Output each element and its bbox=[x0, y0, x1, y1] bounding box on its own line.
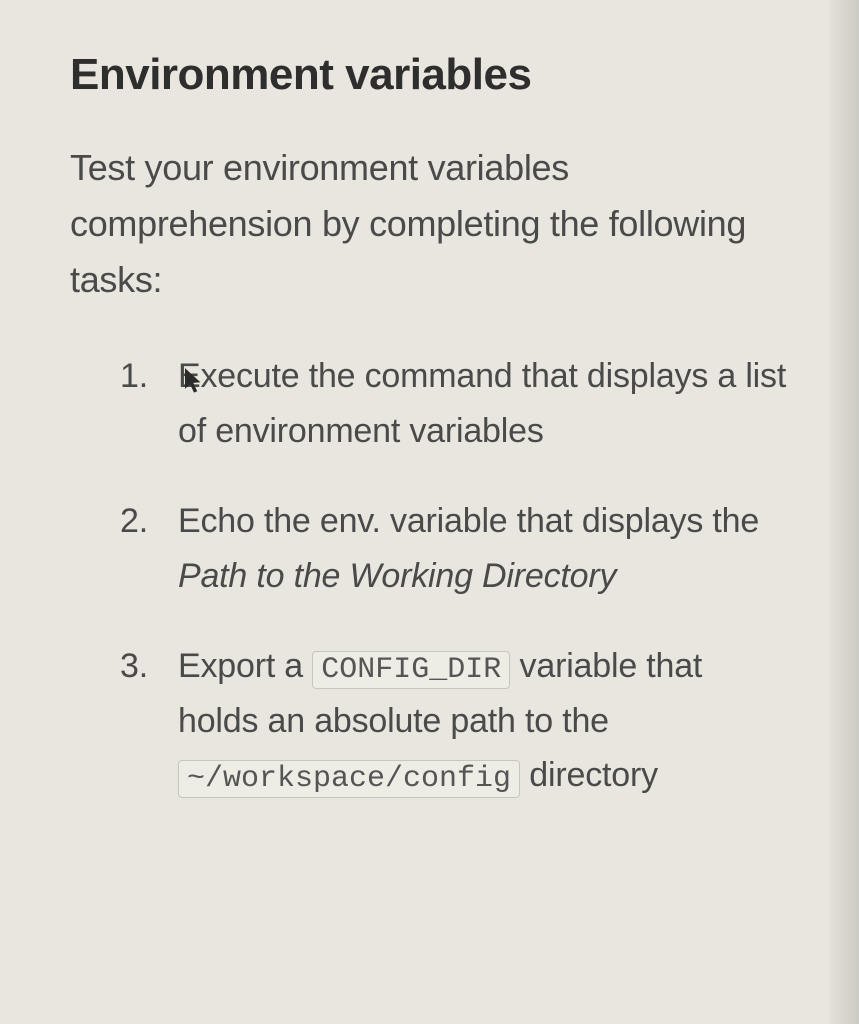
task-item-1: Execute the command that displays a list… bbox=[138, 349, 789, 458]
code-path: ~/workspace/config bbox=[178, 760, 520, 798]
intro-paragraph: Test your environment variables comprehe… bbox=[70, 140, 789, 307]
task-2-italic: Path to the Working Directory bbox=[178, 557, 616, 595]
task-1-text: Execute the command that displays a list… bbox=[178, 357, 786, 449]
task-list: Execute the command that displays a list… bbox=[70, 349, 789, 803]
task-3-text-c: directory bbox=[520, 756, 658, 794]
code-config-dir: CONFIG_DIR bbox=[312, 651, 510, 689]
task-2-text-a: Echo the env. variable that displays the bbox=[178, 502, 759, 540]
task-item-3: Export a CONFIG_DIR variable that holds … bbox=[138, 639, 789, 803]
page-heading: Environment variables bbox=[70, 50, 789, 100]
task-3-text-a: Export a bbox=[178, 647, 312, 685]
task-item-2: Echo the env. variable that displays the… bbox=[138, 494, 789, 603]
